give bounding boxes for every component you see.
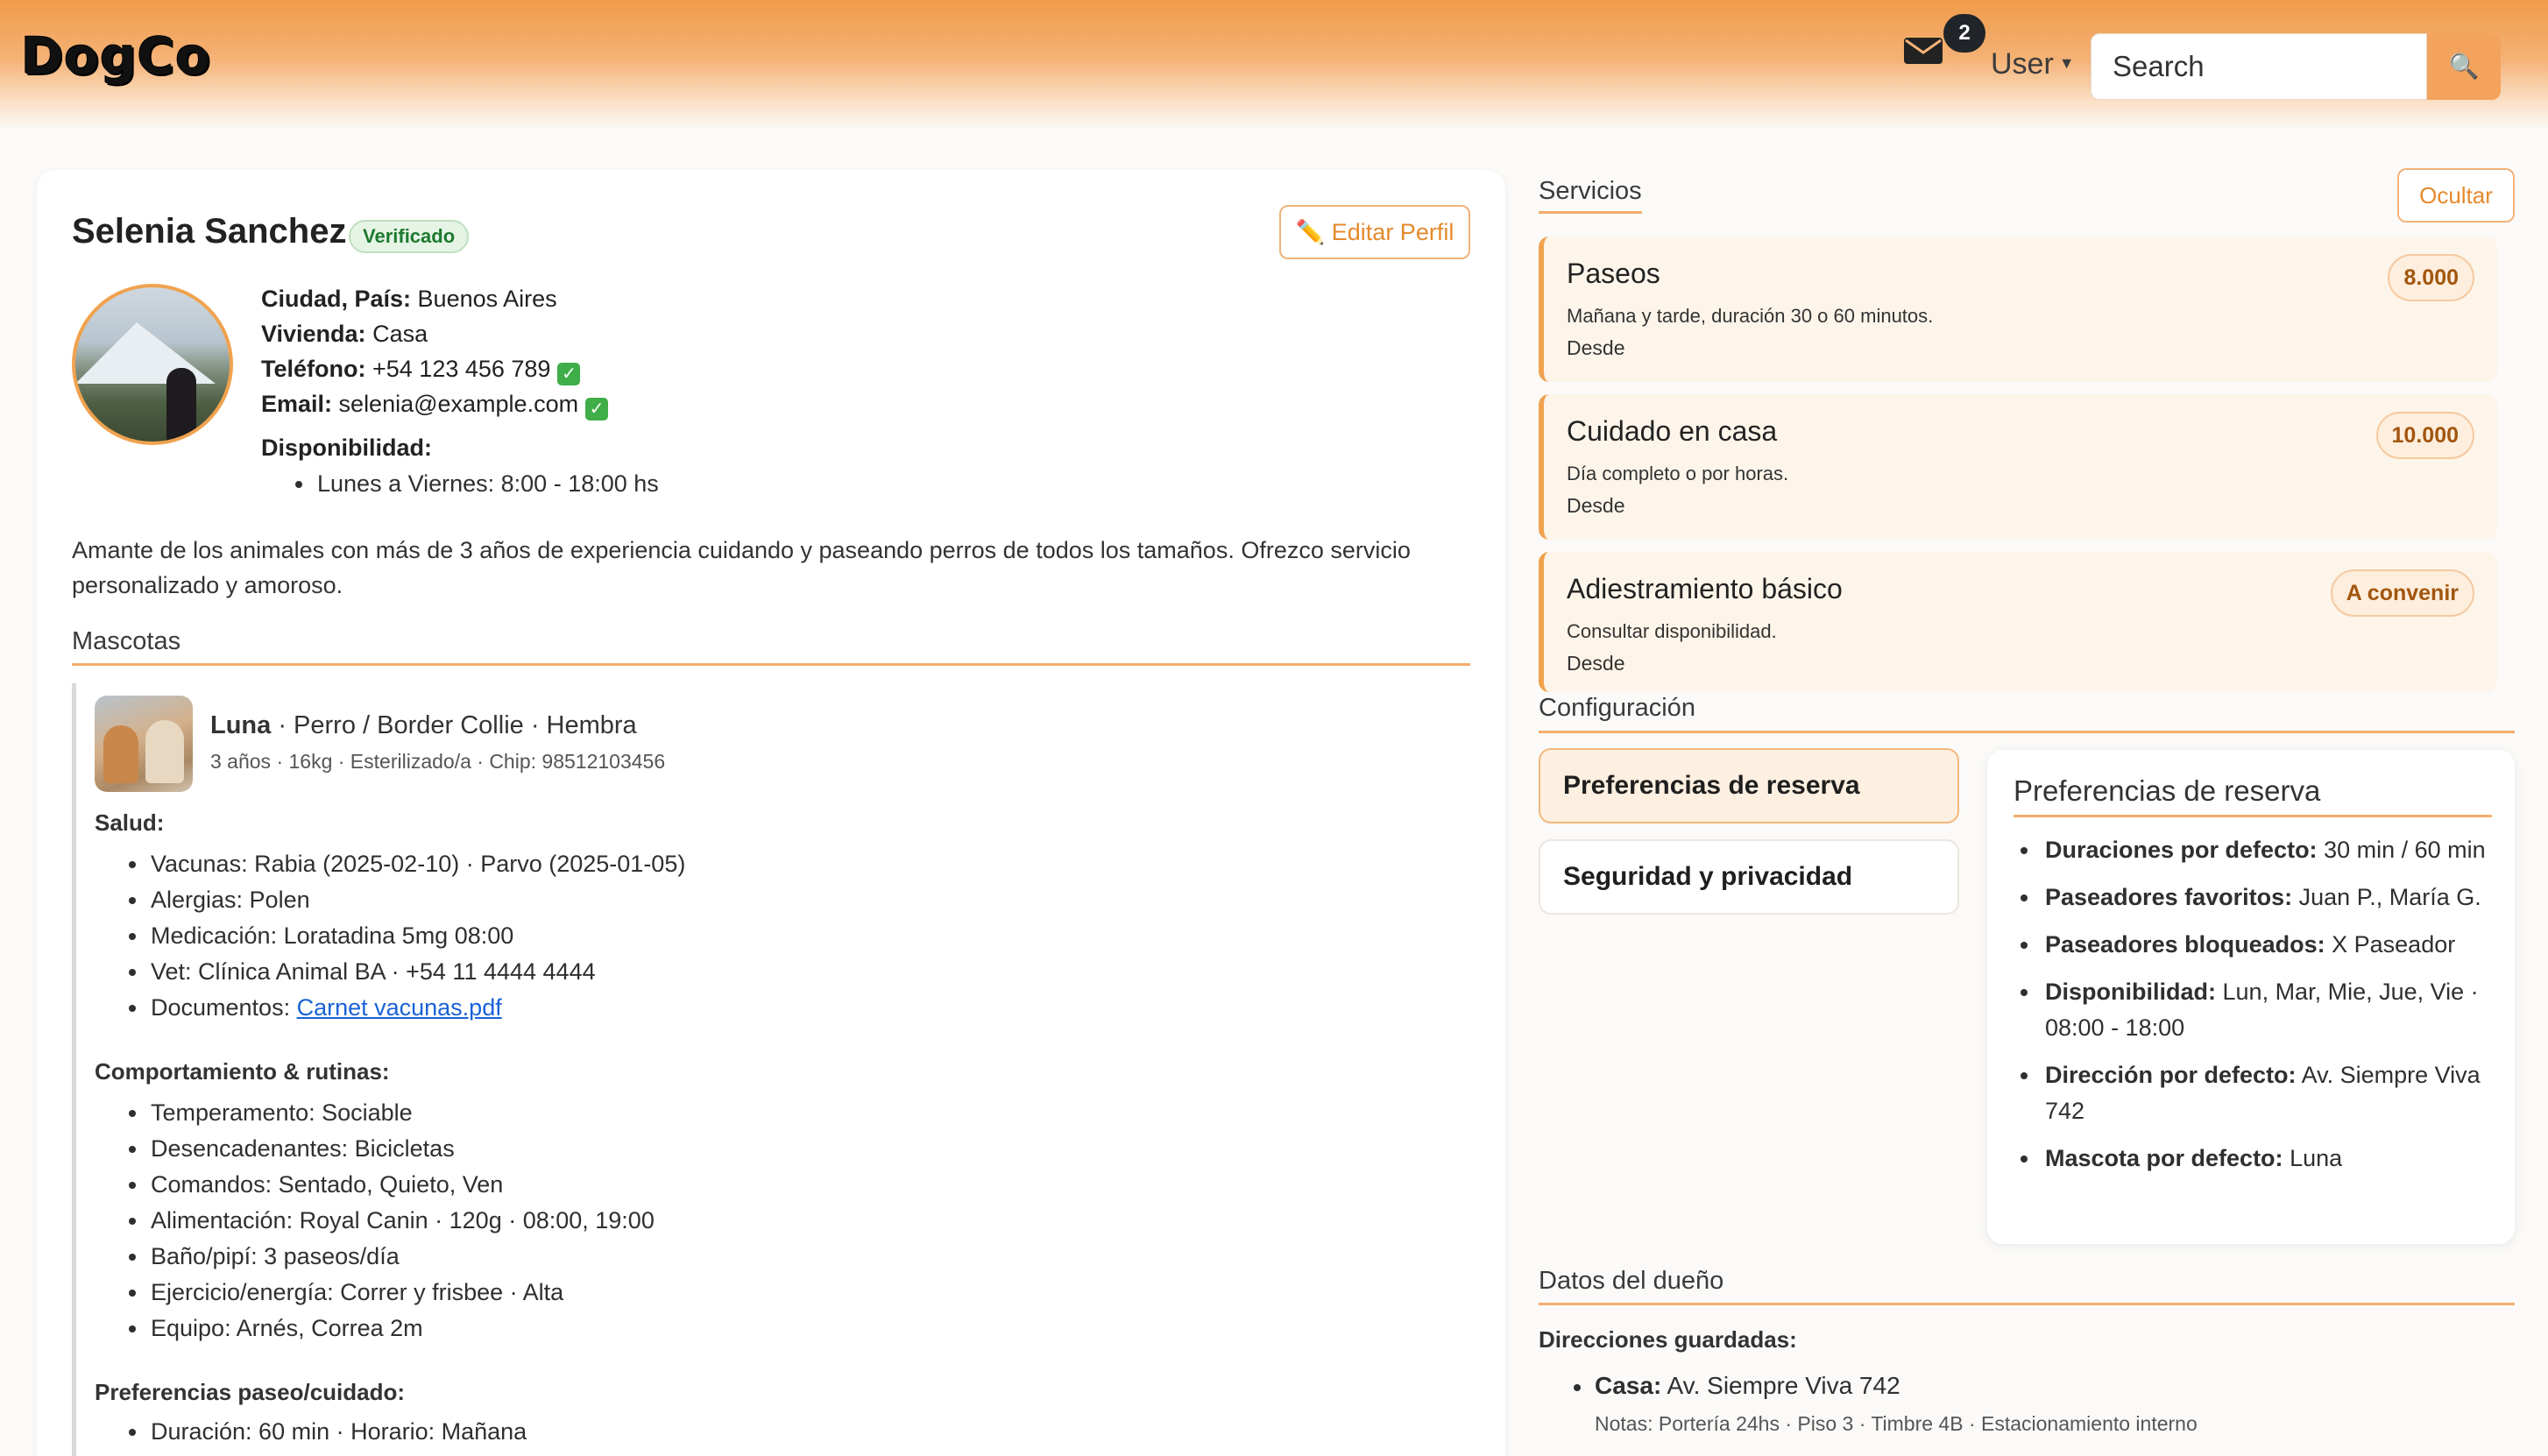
service-description: Mañana y tarde, duración 30 o 60 minutos… <box>1567 305 1934 327</box>
price-badge: 10.000 <box>2375 412 2474 459</box>
service-name: Paseos <box>1567 258 1660 289</box>
check-icon: ✓ <box>557 363 581 385</box>
mail-icon[interactable] <box>1903 35 1943 67</box>
health-title: Salud: <box>95 809 165 836</box>
service-name: Cuidado en casa <box>1567 415 1778 447</box>
list-item: Disponibilidad: Lun, Mar, Mie, Jue, Vie … <box>2014 974 2504 1046</box>
avatar <box>72 284 233 445</box>
verified-badge: Verificado <box>349 220 470 253</box>
list-item: Documentos: Carnet vacunas.pdf <box>95 990 685 1026</box>
availability-label: Disponibilidad: <box>261 435 432 461</box>
availability-list: Lunes a Viernes: 8:00 - 18:00 hs <box>261 466 659 502</box>
service-from-label: Desde <box>1567 494 1625 517</box>
top-navbar: DogCo 2 User▼ 🔍 <box>0 0 2548 131</box>
tab-booking-preferences[interactable]: Preferencias de reserva <box>1539 748 1959 823</box>
list-item: Medicación: Loratadina 5mg 08:00 <box>95 918 685 954</box>
list-item: Vacunas: Rabia (2025-02-10) · Parvo (202… <box>95 846 685 882</box>
section-divider <box>1539 731 2515 733</box>
price-badge: 8.000 <box>2388 254 2474 301</box>
edit-profile-button[interactable]: ✏️ Editar Perfil <box>1279 205 1470 259</box>
profile-bio: Amante de los animales con más de 3 años… <box>72 537 1411 598</box>
pet-photo <box>95 696 193 792</box>
section-divider <box>72 663 1470 666</box>
list-item: Temperamento: Sociable <box>95 1095 655 1131</box>
user-label: User <box>1991 47 2054 81</box>
section-divider <box>2014 815 2492 817</box>
list-item: Baño/pipí: 3 paseos/día <box>95 1239 655 1275</box>
list-item: Dirección por defecto: Av. Siempre Viva … <box>2014 1057 2504 1129</box>
phone-value: +54 123 456 789 <box>372 356 551 382</box>
pet-meta: 3 años · 16kg · Esterilizado/a · Chip: 9… <box>210 750 666 773</box>
tab-security-privacy[interactable]: Seguridad y privacidad <box>1539 839 1959 915</box>
walk-prefs-title: Preferencias paseo/cuidado: <box>95 1379 406 1405</box>
profile-name: Selenia Sanchez <box>72 212 347 251</box>
check-icon: ✓ <box>585 398 609 421</box>
list-item: Mascota por defecto: Luna <box>2014 1141 2504 1177</box>
list-item: Duraciones por defecto: 30 min / 60 min <box>2014 832 2504 868</box>
price-badge: A convenir <box>2330 569 2474 617</box>
preferences-panel-title: Preferencias de reserva <box>2014 774 2321 807</box>
list-item: Alimentación: Royal Canin · 120g · 08:00… <box>95 1203 655 1239</box>
section-divider <box>1539 211 1642 214</box>
housing-row: Vivienda: Casa <box>261 321 428 347</box>
hide-services-button[interactable]: Ocultar <box>2397 168 2515 223</box>
service-description: Consultar disponibilidad. <box>1567 620 1777 642</box>
list-item: Comandos: Sentado, Quieto, Ven <box>95 1167 655 1203</box>
search-input[interactable] <box>2091 33 2427 100</box>
health-list: Vacunas: Rabia (2025-02-10) · Parvo (202… <box>95 846 685 1026</box>
pets-section-title: Mascotas <box>72 627 181 655</box>
preferences-list: Duraciones por defecto: 30 min / 60 min … <box>2014 832 2504 1188</box>
services-title: Servicios <box>1539 177 1642 205</box>
saved-addresses-title: Direcciones guardadas: <box>1539 1326 1797 1353</box>
phone-row: Teléfono: +54 123 456 789 ✓ <box>261 356 581 385</box>
list-item: Equipo: Arnés, Correa 2m <box>95 1311 655 1346</box>
user-dropdown[interactable]: User ▼ <box>1991 47 2075 81</box>
list-item: Vet: Clínica Animal BA · +54 11 4444 444… <box>95 954 685 990</box>
search-icon: 🔍 <box>2448 53 2480 80</box>
behavior-list: Temperamento: Sociable Desencadenantes: … <box>95 1095 655 1346</box>
city-row: Ciudad, País: Buenos Aires <box>261 286 557 312</box>
service-card[interactable]: Adiestramiento básico Consultar disponib… <box>1539 552 2497 692</box>
brand-logo[interactable]: DogCo <box>21 26 211 86</box>
saved-address: Casa: Av. Siempre Viva 742 <box>1595 1372 1900 1399</box>
list-item: Paseadores bloqueados: X Paseador <box>2014 927 2504 963</box>
list-item: Duración: 60 min · Horario: Mañana <box>95 1414 527 1450</box>
pet-heading: Luna · Perro / Border Collie · Hembra <box>210 711 637 740</box>
list-item: Desencadenantes: Bicicletas <box>95 1131 655 1167</box>
housing-value: Casa <box>372 321 428 347</box>
caret-down-icon: ▼ <box>2058 54 2075 72</box>
notification-badge: 2 <box>1943 14 1985 53</box>
email-value: selenia@example.com <box>338 391 579 417</box>
list-item: Alergias: Polen <box>95 882 685 918</box>
config-title: Configuración <box>1539 694 1695 722</box>
document-link[interactable]: Carnet vacunas.pdf <box>297 994 502 1021</box>
address-notes: Notas: Portería 24hs · Piso 3 · Timbre 4… <box>1595 1412 2198 1435</box>
city-value: Buenos Aires <box>417 286 557 312</box>
email-row: Email: selenia@example.com ✓ <box>261 391 609 421</box>
bullet <box>1574 1384 1581 1391</box>
section-divider <box>1539 1303 2515 1305</box>
service-card[interactable]: Paseos Mañana y tarde, duración 30 o 60 … <box>1539 237 2497 382</box>
owner-section-title: Datos del dueño <box>1539 1267 1724 1295</box>
list-item: Ejercicio/energía: Correr y frisbee · Al… <box>95 1275 655 1311</box>
walk-prefs-list: Duración: 60 min · Horario: Mañana <box>95 1414 527 1450</box>
service-from-label: Desde <box>1567 652 1625 675</box>
service-description: Día completo o por horas. <box>1567 463 1789 484</box>
search-button[interactable]: 🔍 <box>2427 33 2501 100</box>
behavior-title: Comportamiento & rutinas: <box>95 1058 390 1085</box>
service-from-label: Desde <box>1567 336 1625 359</box>
list-item: Lunes a Viernes: 8:00 - 18:00 hs <box>261 466 659 502</box>
service-name: Adiestramiento básico <box>1567 573 1843 604</box>
pet-name: Luna <box>210 711 272 739</box>
pet-description: · Perro / Border Collie · Hembra <box>271 711 637 739</box>
service-card[interactable]: Cuidado en casa Día completo o por horas… <box>1539 394 2497 540</box>
list-item: Paseadores favoritos: Juan P., María G. <box>2014 880 2504 915</box>
